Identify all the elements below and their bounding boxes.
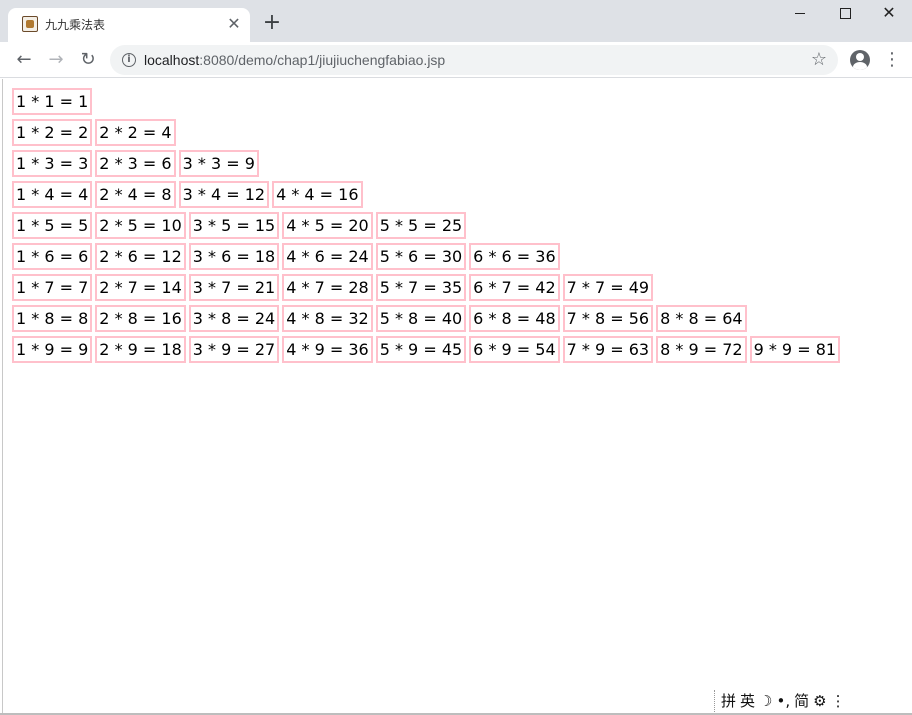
table-row: 1 * 1 = 1 (12, 88, 843, 119)
table-row: 1 * 2 = 22 * 2 = 4 (12, 119, 843, 150)
close-window-button[interactable]: ✕ (866, 0, 912, 28)
reload-button[interactable]: ↻ (74, 46, 102, 74)
table-cell: 2 * 3 = 6 (95, 150, 176, 177)
table-cell: 3 * 3 = 9 (178, 150, 259, 177)
table-cell: 3 * 6 = 18 (188, 243, 280, 270)
table-cell: 1 * 8 = 8 (12, 305, 93, 332)
url-host: localhost (144, 52, 200, 68)
table-cell: 7 * 8 = 56 (562, 305, 654, 332)
ime-status-bar: 拼英 ☽ •, 简 ⚙ ⋮ (714, 690, 864, 712)
table-cell: 1 * 6 = 6 (12, 243, 93, 270)
table-cell: 5 * 9 = 45 (375, 336, 467, 363)
url-path: :8080/demo/chap1/jiujiuchengfabiao.jsp (199, 52, 446, 68)
table-row: 1 * 4 = 42 * 4 = 83 * 4 = 12 4 * 4 = 16 (12, 181, 843, 212)
url-text[interactable]: localhost:8080/demo/chap1/jiujiuchengfab… (144, 52, 445, 68)
info-icon[interactable]: i (122, 53, 136, 67)
table-row: 1 * 5 = 52 * 5 = 10 3 * 5 = 15 4 * 5 = 20 5… (12, 212, 843, 243)
table-cell: 1 * 4 = 4 (12, 181, 93, 208)
table-row: 1 * 8 = 82 * 8 = 16 3 * 8 = 24 4 * 8 = 32 5… (12, 305, 843, 336)
table-cell: 2 * 6 = 12 (95, 243, 186, 270)
ime-item[interactable]: ☽ (759, 691, 772, 711)
table-cell: 1 * 3 = 3 (12, 150, 93, 177)
maximize-button[interactable] (822, 0, 868, 28)
table-cell: 8 * 9 = 72 (656, 336, 747, 363)
table-cell: 6 * 9 = 54 (469, 336, 560, 363)
bookmark-star-icon[interactable]: ☆ (808, 49, 830, 71)
profile-icon[interactable] (850, 50, 870, 70)
table-cell: 2 * 8 = 16 (95, 305, 186, 332)
table-cell: 1 * 2 = 2 (12, 119, 93, 146)
table-row: 1 * 3 = 32 * 3 = 63 * 3 = 9 (12, 150, 843, 181)
browser-toolbar: ← → ↻ i localhost:8080/demo/chap1/jiujiu… (0, 42, 912, 78)
table-cell: 2 * 2 = 4 (95, 119, 176, 146)
table-cell: 5 * 7 = 35 (375, 274, 467, 301)
table-row: 1 * 9 = 92 * 9 = 18 3 * 9 = 27 4 * 9 = 36 5… (12, 336, 843, 367)
multiplication-table: 1 * 1 = 11 * 2 = 22 * 2 = 41 * 3 = 32 * … (12, 88, 843, 367)
ime-item[interactable]: •, (776, 691, 790, 711)
minimize-button[interactable] (776, 0, 822, 28)
table-cell: 4 * 9 = 36 (282, 336, 373, 363)
table-row: 1 * 6 = 62 * 6 = 12 3 * 6 = 18 4 * 6 = 24 5… (12, 243, 843, 274)
table-cell: 1 * 9 = 9 (12, 336, 93, 363)
back-button[interactable]: ← (10, 46, 38, 74)
address-bar[interactable]: i localhost:8080/demo/chap1/jiujiuchengf… (110, 45, 838, 75)
tab-title: 九九乘法表 (45, 18, 106, 32)
table-cell: 6 * 6 = 36 (469, 243, 560, 270)
table-cell: 2 * 5 = 10 (95, 212, 186, 239)
tab-close-icon[interactable]: ✕ (224, 14, 244, 34)
table-cell: 4 * 8 = 32 (282, 305, 373, 332)
table-cell: 2 * 9 = 18 (95, 336, 186, 363)
table-cell: 1 * 1 = 1 (12, 88, 93, 115)
ime-item[interactable]: ⋮ (831, 691, 846, 711)
table-cell: 3 * 8 = 24 (188, 305, 280, 332)
ime-item[interactable]: 简 (794, 691, 809, 711)
table-cell: 5 * 6 = 30 (375, 243, 467, 270)
ime-item[interactable]: 拼 (721, 691, 736, 711)
table-cell: 4 * 6 = 24 (282, 243, 373, 270)
ime-item[interactable]: ⚙ (813, 691, 826, 711)
tab-strip: 九九乘法表 ✕ + ✕ (0, 0, 912, 42)
table-cell: 9 * 9 = 81 (749, 336, 841, 363)
table-cell: 3 * 7 = 21 (188, 274, 280, 301)
menu-icon[interactable]: ⋮ (882, 48, 902, 72)
forward-button[interactable]: → (42, 46, 70, 74)
table-cell: 4 * 4 = 16 (272, 181, 363, 208)
table-cell: 5 * 5 = 25 (375, 212, 467, 239)
ime-item[interactable]: 英 (740, 691, 755, 711)
table-cell: 1 * 5 = 5 (12, 212, 93, 239)
table-cell: 8 * 8 = 64 (656, 305, 747, 332)
table-cell: 3 * 4 = 12 (178, 181, 270, 208)
table-cell: 7 * 9 = 63 (562, 336, 654, 363)
new-tab-button[interactable]: + (260, 12, 284, 36)
table-cell: 5 * 8 = 40 (375, 305, 467, 332)
table-cell: 3 * 9 = 27 (188, 336, 280, 363)
favicon-icon (22, 16, 38, 32)
table-cell: 2 * 7 = 14 (95, 274, 186, 301)
table-cell: 4 * 5 = 20 (282, 212, 373, 239)
table-cell: 6 * 7 = 42 (469, 274, 560, 301)
table-cell: 3 * 5 = 15 (188, 212, 280, 239)
browser-tab[interactable]: 九九乘法表 ✕ (8, 8, 250, 42)
table-cell: 6 * 8 = 48 (469, 305, 560, 332)
table-cell: 2 * 4 = 8 (95, 181, 176, 208)
table-cell: 4 * 7 = 28 (282, 274, 373, 301)
table-cell: 7 * 7 = 49 (562, 274, 654, 301)
page-content: 1 * 1 = 11 * 2 = 22 * 2 = 41 * 3 = 32 * … (2, 79, 910, 713)
table-cell: 1 * 7 = 7 (12, 274, 93, 301)
table-row: 1 * 7 = 72 * 7 = 14 3 * 7 = 21 4 * 7 = 28 5… (12, 274, 843, 305)
